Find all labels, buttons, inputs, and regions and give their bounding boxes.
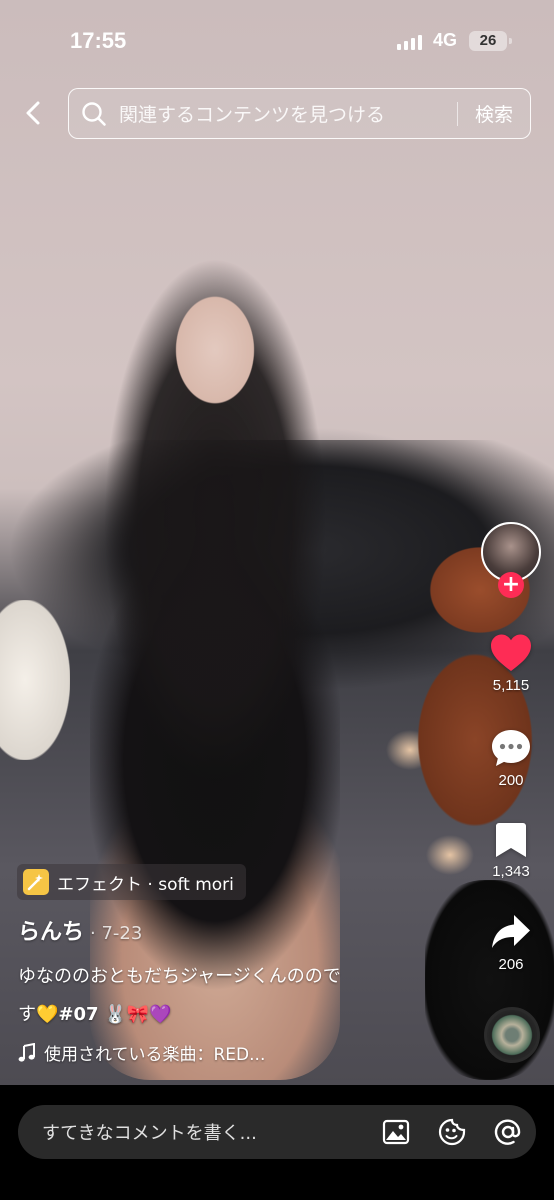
search-bar[interactable]: 関連するコンテンツを見つける 検索 <box>68 88 531 139</box>
search-button[interactable]: 検索 <box>458 100 530 127</box>
follow-button[interactable]: + <box>498 572 524 598</box>
like-button[interactable]: 5,115 <box>481 633 541 694</box>
search-icon <box>69 101 119 127</box>
signal-icon <box>397 34 422 50</box>
chevron-left-icon <box>26 101 40 125</box>
effect-label: エフェクト · soft mori <box>57 874 234 895</box>
caption-text: す💛 <box>18 1004 59 1025</box>
comment-button[interactable]: 200 <box>481 728 541 789</box>
share-button[interactable]: 206 <box>481 912 541 973</box>
caption-emoji: 🐰🎀💜 <box>98 1004 172 1025</box>
emoji-button[interactable] <box>424 1105 480 1159</box>
image-icon <box>382 1119 410 1145</box>
heart-icon <box>491 634 531 671</box>
mention-button[interactable] <box>480 1105 536 1159</box>
comment-icon <box>492 730 530 766</box>
comment-bar-area: すてきなコメントを書く... <box>0 1085 554 1200</box>
share-count: 206 <box>498 956 524 973</box>
comment-bar[interactable]: すてきなコメントを書く... <box>18 1105 536 1159</box>
video-backdrop-pillow <box>0 600 70 760</box>
bookmark-count: 1,343 <box>492 863 530 880</box>
status-bar: 17:55 4G 26 <box>0 0 554 82</box>
share-icon <box>492 915 530 948</box>
post-date: · 7-23 <box>90 923 143 944</box>
emoji-icon <box>438 1118 466 1146</box>
at-icon <box>494 1119 521 1145</box>
effect-tag[interactable]: エフェクト · soft mori <box>17 864 246 900</box>
post-author[interactable]: らんち · 7-23 <box>18 914 142 946</box>
bookmark-icon <box>496 823 526 857</box>
effect-icon <box>23 869 49 895</box>
creator-avatar[interactable]: + <box>481 522 541 598</box>
bookmark-button[interactable]: 1,343 <box>481 821 541 880</box>
battery-icon: 26 <box>469 31 512 51</box>
caption-line-1: ゆなののおともだちジャージくんのので <box>18 966 341 987</box>
comment-count: 200 <box>498 772 524 789</box>
music-disc[interactable] <box>484 1007 540 1063</box>
back-button[interactable] <box>16 96 50 130</box>
hashtag[interactable]: #07 <box>58 1004 98 1025</box>
post-caption[interactable]: ゆなののおともだちジャージくんのので す💛#07 🐰🎀💜 <box>18 958 428 1034</box>
comment-input[interactable]: すてきなコメントを書く... <box>18 1119 368 1145</box>
search-input[interactable]: 関連するコンテンツを見つける <box>119 100 457 127</box>
username[interactable]: らんち <box>18 914 84 946</box>
status-time: 17:55 <box>70 28 127 53</box>
music-info[interactable]: 使用されている楽曲：RED... <box>18 1040 265 1065</box>
music-label: 使用されている楽曲：RED... <box>44 1045 266 1065</box>
caption-line-2: す💛#07 🐰🎀💜 <box>18 996 428 1034</box>
network-type: 4G <box>433 30 458 50</box>
video-subject <box>90 260 340 1080</box>
image-button[interactable] <box>368 1105 424 1159</box>
like-count: 5,115 <box>492 677 530 694</box>
music-note-icon <box>18 1042 35 1062</box>
